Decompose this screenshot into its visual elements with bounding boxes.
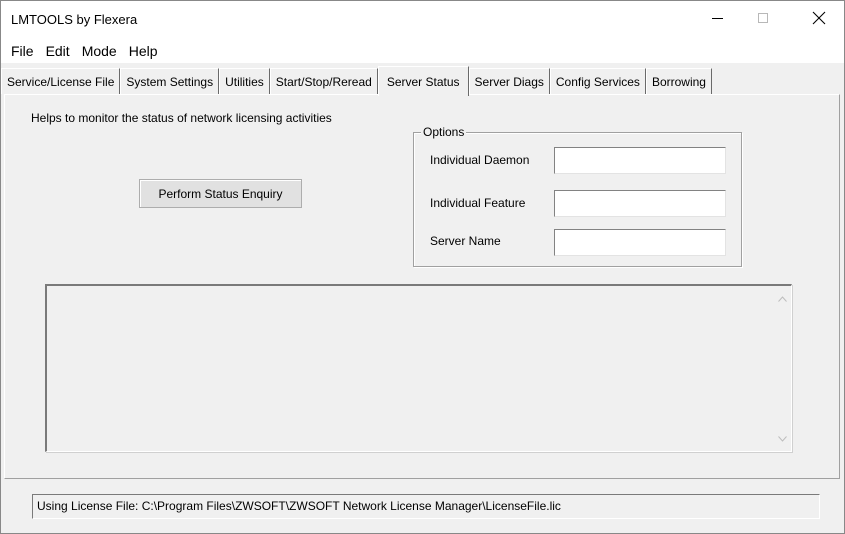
output-scrollbar[interactable]: [774, 286, 791, 451]
close-button[interactable]: [796, 1, 842, 35]
chevron-down-icon: [778, 435, 787, 442]
minimize-icon: [711, 17, 723, 19]
menu-edit[interactable]: Edit: [40, 43, 76, 59]
individual-feature-label: Individual Feature: [430, 196, 526, 210]
menu-file[interactable]: File: [5, 43, 40, 59]
server-name-label: Server Name: [430, 234, 501, 248]
tab-start-stop-reread[interactable]: Start/Stop/Reread: [269, 68, 378, 94]
title-bar: LMTOOLS by Flexera: [1, 1, 844, 39]
tab-config-services[interactable]: Config Services: [549, 68, 646, 94]
minimize-button[interactable]: [694, 1, 740, 35]
tab-server-status[interactable]: Server Status: [377, 66, 469, 96]
individual-daemon-input[interactable]: [554, 147, 726, 174]
maximize-button[interactable]: [740, 1, 786, 35]
tab-borrowing[interactable]: Borrowing: [645, 68, 712, 94]
menu-mode[interactable]: Mode: [76, 43, 123, 59]
chevron-up-icon: [778, 295, 787, 302]
maximize-icon: [758, 13, 768, 23]
tab-strip: Service/License File System Settings Uti…: [1, 66, 712, 96]
perform-status-enquiry-button[interactable]: Perform Status Enquiry: [139, 179, 302, 208]
status-output-box[interactable]: [45, 284, 792, 452]
individual-feature-input[interactable]: [554, 190, 726, 217]
scroll-down-button[interactable]: [774, 430, 791, 447]
menu-help[interactable]: Help: [123, 43, 164, 59]
close-icon: [812, 11, 826, 25]
server-name-input[interactable]: [554, 229, 726, 256]
window-title: LMTOOLS by Flexera: [11, 12, 138, 27]
help-text: Helps to monitor the status of network l…: [31, 111, 332, 125]
scroll-up-button[interactable]: [774, 290, 791, 307]
menu-bar: File Edit Mode Help: [1, 39, 844, 63]
tab-utilities[interactable]: Utilities: [219, 68, 270, 94]
status-bar: Using License File: C:\Program Files\ZWS…: [32, 494, 820, 519]
options-group-label: Options: [421, 125, 467, 139]
individual-daemon-label: Individual Daemon: [430, 153, 530, 167]
tab-system-settings[interactable]: System Settings: [120, 68, 220, 94]
tab-service-license-file[interactable]: Service/License File: [1, 68, 121, 94]
lmtools-window: LMTOOLS by Flexera File Edit Mode Help S…: [0, 0, 845, 534]
tab-server-diags[interactable]: Server Diags: [468, 68, 550, 94]
